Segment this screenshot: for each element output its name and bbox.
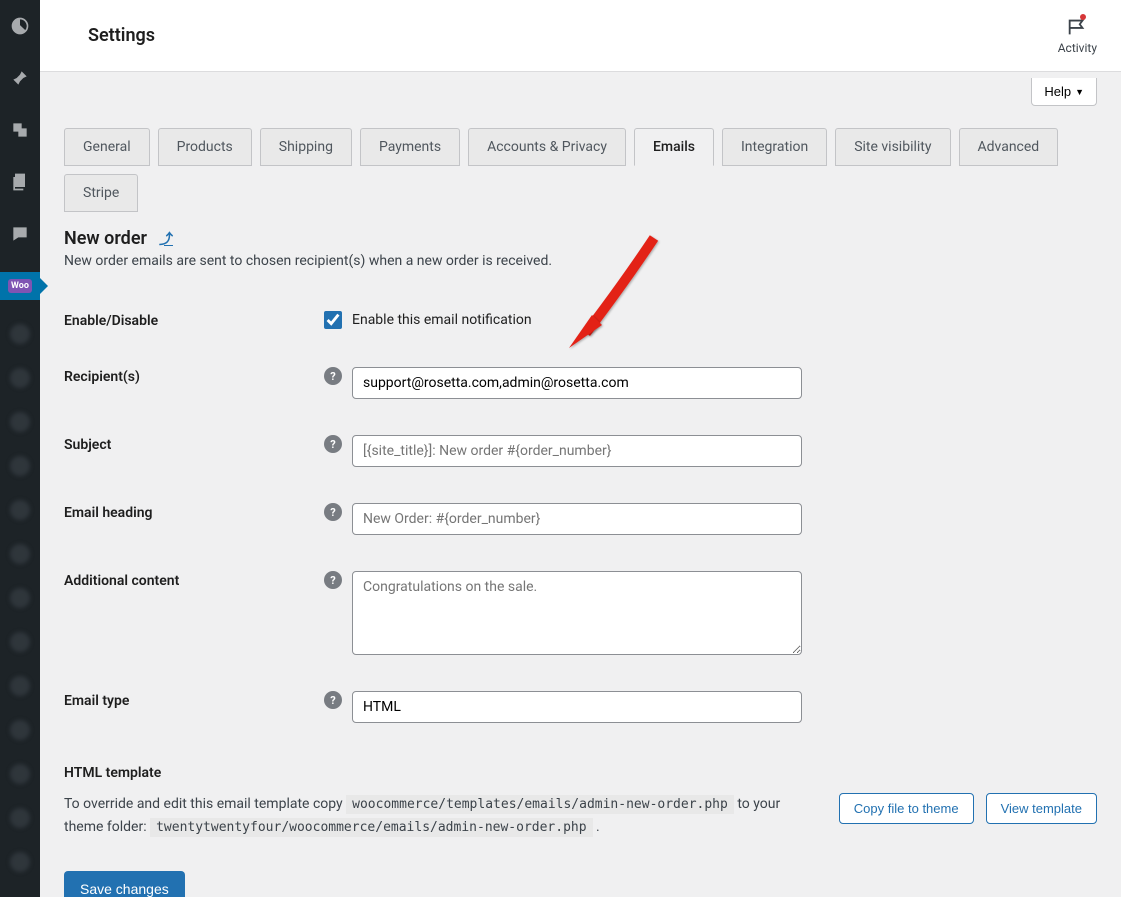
woo-badge: Woo [8,279,32,293]
sidebar-pages-icon[interactable] [0,168,40,196]
tab-general[interactable]: General [64,128,150,166]
label-additional-content: Additional content [64,553,324,673]
back-link[interactable]: ⤴ [159,229,173,249]
help-tip-icon[interactable]: ? [324,503,342,521]
enable-checkbox-label[interactable]: Enable this email notification [352,312,532,328]
sidebar-blurred-item[interactable] [10,324,30,344]
label-subject: Subject [64,417,324,485]
sidebar-blurred-item[interactable] [10,720,30,740]
tab-integration[interactable]: Integration [722,128,827,166]
sidebar-blurred-item[interactable] [10,456,30,476]
sidebar-comments-icon[interactable] [0,220,40,248]
label-email-type: Email type [64,673,324,741]
view-template-button[interactable]: View template [986,793,1097,824]
help-tip-icon[interactable]: ? [324,691,342,709]
sidebar-blurred-item[interactable] [10,764,30,784]
settings-tabs: General Products Shipping Payments Accou… [64,128,1097,212]
sidebar-blurred-item[interactable] [10,632,30,652]
tab-stripe[interactable]: Stripe [64,174,138,212]
template-description: To override and edit this email template… [64,793,799,839]
additional-content-textarea[interactable] [352,571,802,655]
sidebar-blurred-item[interactable] [10,588,30,608]
template-source-path: woocommerce/templates/emails/admin-new-o… [346,795,734,814]
main-content: Settings Activity Help General Products … [40,0,1121,897]
sidebar-blurred-item[interactable] [10,808,30,828]
label-enable: Enable/Disable [64,293,324,349]
tab-advanced[interactable]: Advanced [959,128,1059,166]
topbar: Settings Activity [40,0,1121,72]
sidebar-blurred-item[interactable] [10,500,30,520]
page-title: Settings [88,25,155,46]
sidebar-pin-icon[interactable] [0,64,40,92]
tab-site-visibility[interactable]: Site visibility [835,128,950,166]
sidebar-blurred-item[interactable] [10,676,30,696]
activity-label: Activity [1058,41,1097,55]
tab-emails[interactable]: Emails [634,128,714,166]
tab-payments[interactable]: Payments [360,128,460,166]
recipients-input[interactable] [352,367,802,399]
template-dest-path: twentytwentyfour/woocommerce/emails/admi… [150,818,592,837]
subject-input[interactable] [352,435,802,467]
activity-button[interactable]: Activity [1058,16,1097,55]
sidebar-blurred-item[interactable] [10,412,30,432]
template-title: HTML template [64,765,1097,781]
tab-accounts-privacy[interactable]: Accounts & Privacy [468,128,626,166]
label-recipients: Recipient(s) [64,349,324,417]
help-tip-icon[interactable]: ? [324,435,342,453]
admin-sidebar: Woo [0,0,40,897]
sidebar-dashboard-icon[interactable] [0,12,40,40]
copy-file-button[interactable]: Copy file to theme [839,793,974,824]
sidebar-woocommerce-icon[interactable]: Woo [0,272,40,300]
section-title: New order ⤴ [64,228,1097,249]
tab-shipping[interactable]: Shipping [260,128,352,166]
heading-input[interactable] [352,503,802,535]
section-description: New order emails are sent to chosen reci… [64,253,1097,269]
help-tip-icon[interactable]: ? [324,571,342,589]
sidebar-blurred-item[interactable] [10,544,30,564]
help-tip-icon[interactable]: ? [324,367,342,385]
email-type-select[interactable]: HTML [352,691,802,723]
tab-products[interactable]: Products [158,128,252,166]
sidebar-blurred-item[interactable] [10,368,30,388]
save-changes-button[interactable]: Save changes [64,871,185,897]
enable-checkbox[interactable] [324,311,342,329]
sidebar-media-icon[interactable] [0,116,40,144]
help-dropdown[interactable]: Help [1031,78,1097,106]
sidebar-blurred-item[interactable] [10,852,30,872]
label-heading: Email heading [64,485,324,553]
